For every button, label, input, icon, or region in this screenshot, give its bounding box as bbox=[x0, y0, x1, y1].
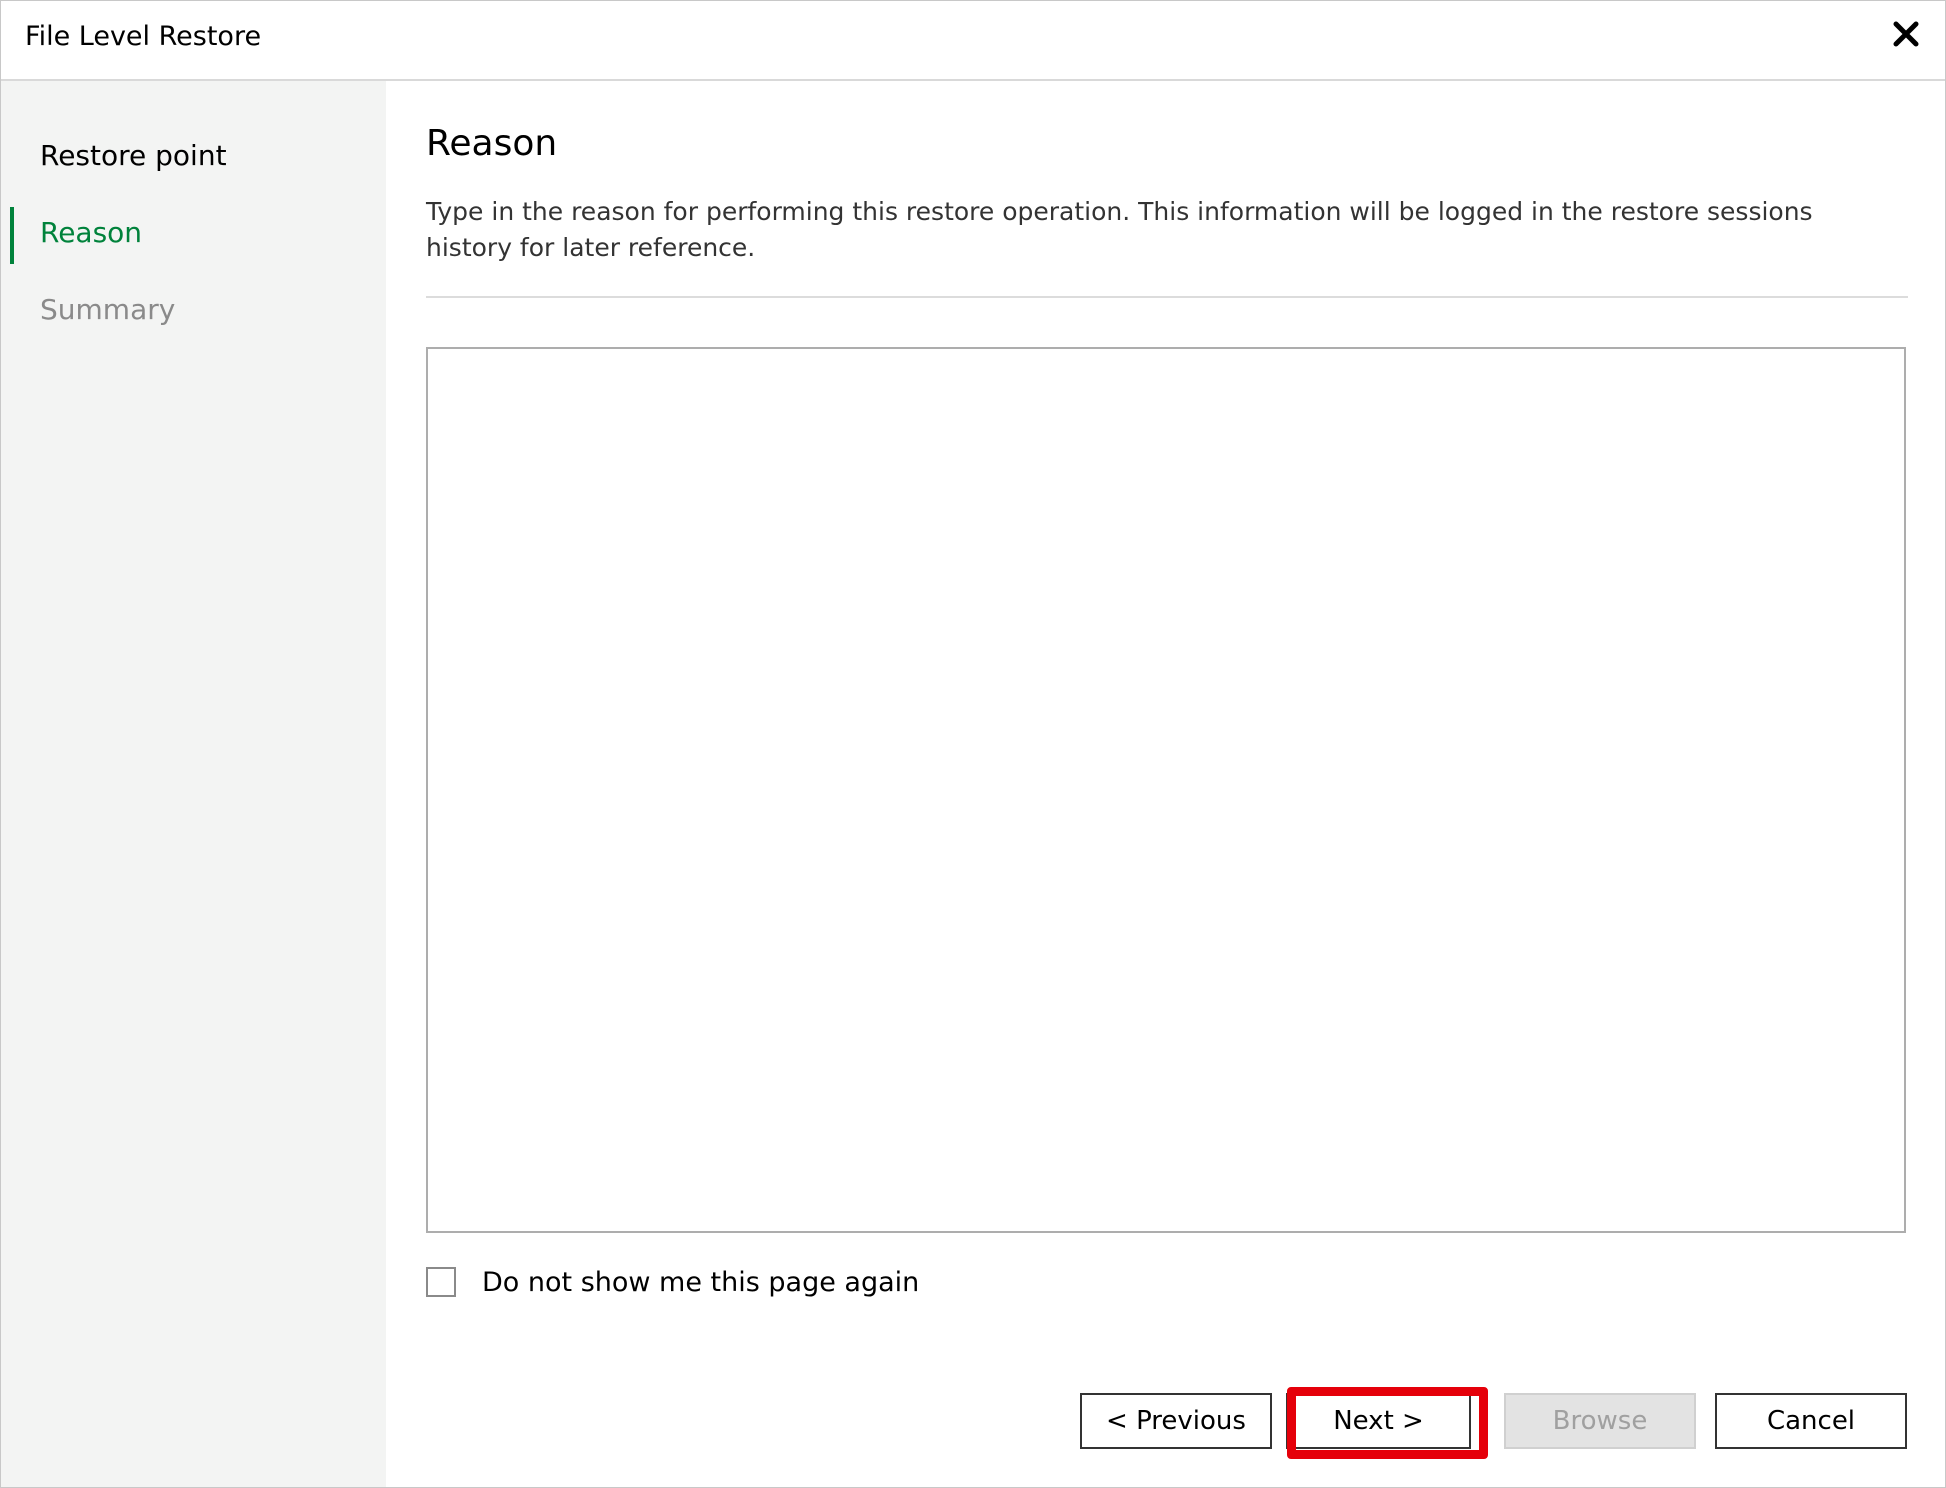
previous-button[interactable]: < Previous bbox=[1080, 1393, 1272, 1449]
reason-input[interactable] bbox=[426, 347, 1906, 1233]
step-content: Reason Type in the reason for performing… bbox=[387, 81, 1945, 1487]
step-summary[interactable]: Summary bbox=[40, 293, 175, 326]
do-not-show-again-checkbox[interactable] bbox=[426, 1267, 456, 1297]
page-title: Reason bbox=[426, 123, 558, 164]
cancel-button[interactable]: Cancel bbox=[1715, 1393, 1907, 1449]
next-button[interactable]: Next > bbox=[1286, 1393, 1471, 1449]
wizard-steps-sidebar: Restore point Reason Summary bbox=[1, 81, 386, 1487]
file-level-restore-window: File Level Restore Restore point Reason … bbox=[0, 0, 1946, 1488]
do-not-show-again-label[interactable]: Do not show me this page again bbox=[482, 1267, 919, 1298]
active-step-marker bbox=[10, 207, 14, 264]
window-title: File Level Restore bbox=[25, 21, 262, 52]
close-icon[interactable] bbox=[1883, 11, 1929, 57]
step-restore-point[interactable]: Restore point bbox=[40, 139, 227, 172]
browse-button: Browse bbox=[1504, 1393, 1696, 1449]
title-bar: File Level Restore bbox=[1, 1, 1945, 81]
page-description: Type in the reason for performing this r… bbox=[426, 197, 1813, 262]
divider bbox=[426, 296, 1908, 298]
step-reason[interactable]: Reason bbox=[40, 216, 142, 249]
